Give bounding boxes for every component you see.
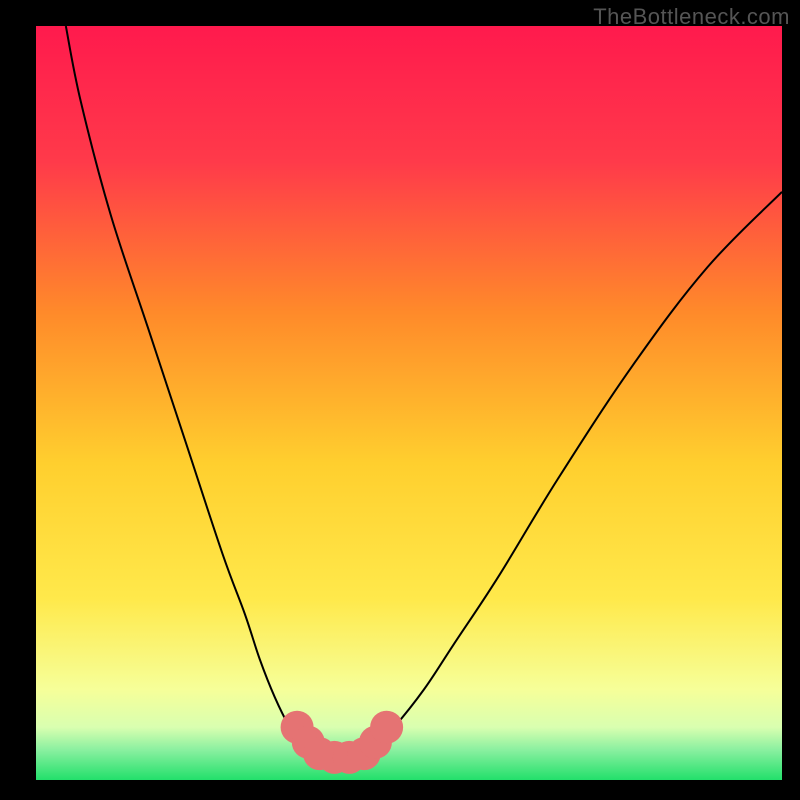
chart-frame: TheBottleneck.com xyxy=(0,0,800,800)
plot-area xyxy=(36,26,782,780)
gradient-background xyxy=(36,26,782,780)
highlight-dot xyxy=(370,711,403,744)
watermark-text: TheBottleneck.com xyxy=(593,4,790,30)
chart-svg xyxy=(36,26,782,780)
